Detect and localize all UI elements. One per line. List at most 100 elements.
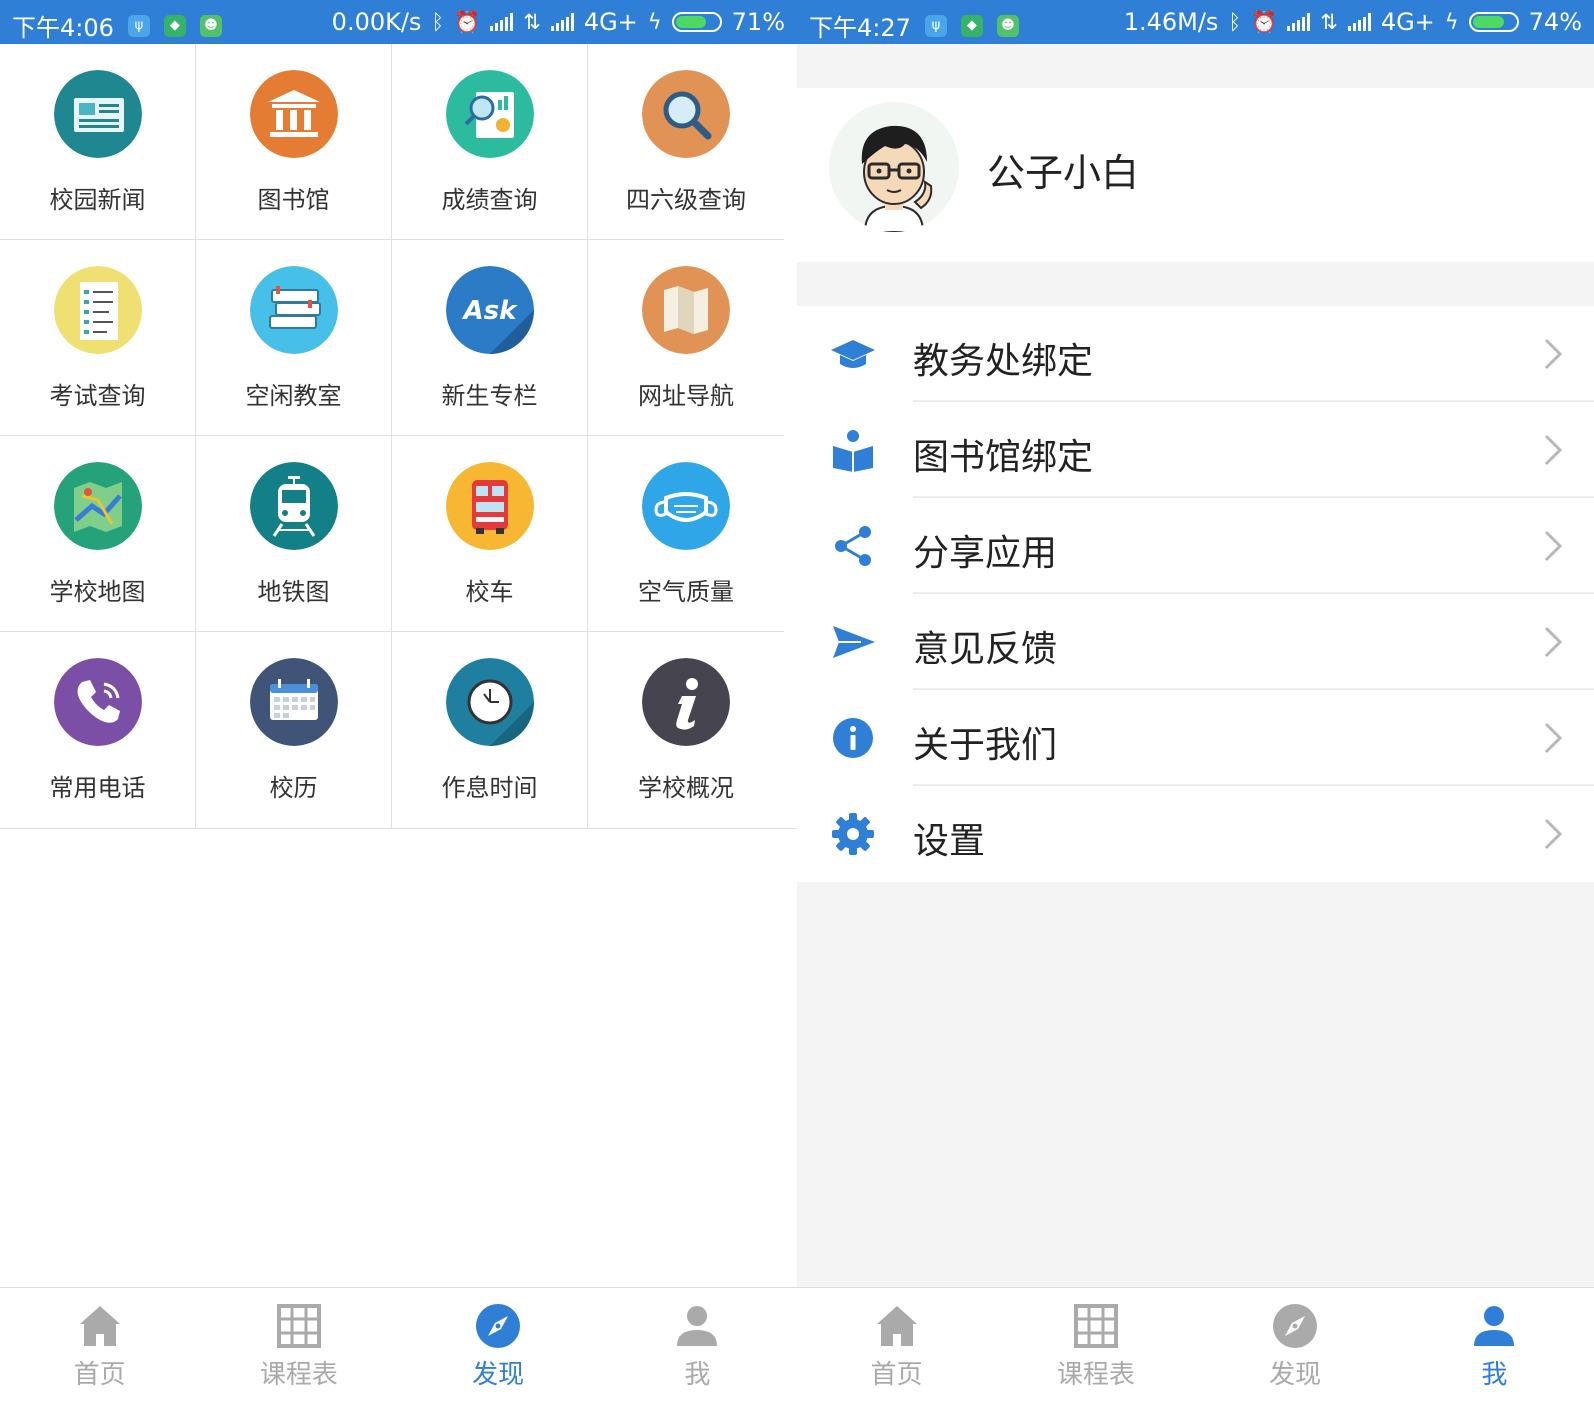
grid-item-label: 常用电话 (49, 774, 146, 802)
gear-icon (831, 812, 875, 856)
charging-icon: ϟ (647, 10, 662, 34)
discover-screen: 下午4:06 ψ ◆ ☻ 0.00K/s ᛒ ⏰ ⇅ 4G+ ϟ 71% 校园新… (0, 0, 797, 1417)
grid-item-air-quality[interactable]: 空气质量 (588, 436, 784, 632)
tab-label: 课程表 (1056, 1360, 1135, 1390)
grid-item-calendar[interactable]: 校历 (196, 632, 392, 828)
compass-icon (474, 1302, 522, 1350)
grid-item-label: 校园新闻 (49, 186, 146, 214)
tab-home[interactable]: 首页 (797, 1288, 996, 1417)
grid-item-cet-query[interactable]: 四六级查询 (588, 44, 784, 240)
grid-item-label: 校历 (269, 774, 318, 802)
grid-item-school-map[interactable]: 学校地图 (0, 436, 196, 632)
grid-item-school-overview[interactable]: 学校概况 (588, 632, 784, 828)
menu-item-label: 分享应用 (913, 533, 1058, 574)
tab-schedule[interactable]: 课程表 (996, 1288, 1195, 1417)
bottom-tab-bar: 首页 课程表 发现 我 (0, 1287, 797, 1417)
menu-item-feedback[interactable]: 意见反馈 (797, 594, 1594, 690)
menu-item-library-binding[interactable]: 图书馆绑定 (797, 402, 1594, 498)
tab-me[interactable]: 我 (598, 1288, 797, 1417)
battery-percent: 71% (731, 8, 785, 36)
phone-icon (54, 658, 142, 746)
newspaper-icon (54, 70, 142, 158)
share-icon (831, 524, 875, 568)
menu-item-share-app[interactable]: 分享应用 (797, 498, 1594, 594)
avatar[interactable] (829, 102, 959, 232)
grid-item-schedule-time[interactable]: 作息时间 (392, 632, 588, 828)
chevron-right-icon (1542, 624, 1564, 660)
android-icon: ☻ (199, 14, 222, 37)
alarm-icon: ⏰ (1251, 9, 1278, 34)
magnifier-icon (642, 70, 730, 158)
grid-item-url-nav[interactable]: 网址导航 (588, 240, 784, 436)
ask-icon: Ask (446, 266, 534, 354)
tab-schedule[interactable]: 课程表 (199, 1288, 398, 1417)
profile-card[interactable]: 公子小白 (797, 88, 1594, 262)
tab-me[interactable]: 我 (1395, 1288, 1594, 1417)
grid-item-label: 新生专栏 (441, 382, 538, 410)
grid-icon (275, 1302, 323, 1350)
menu-item-label: 意见反馈 (913, 629, 1058, 670)
books-icon (250, 266, 338, 354)
grid-item-label: 图书馆 (257, 186, 330, 214)
tab-home[interactable]: 首页 (0, 1288, 199, 1417)
metro-icon (250, 462, 338, 550)
chevron-right-icon (1542, 816, 1564, 852)
me-screen: 下午4:27 ψ ◆ ☻ 1.46M/s ᛒ ⏰ ⇅ 4G+ ϟ 74% 公子小… (797, 0, 1594, 1417)
tab-discover[interactable]: 发现 (399, 1288, 598, 1417)
shield-icon: ◆ (960, 14, 983, 37)
grid-item-library[interactable]: 图书馆 (196, 44, 392, 240)
tab-label: 我 (684, 1360, 711, 1390)
menu-item-label: 教务处绑定 (913, 341, 1094, 382)
bluetooth-icon: ᛒ (431, 10, 445, 34)
menu-item-about-us[interactable]: 关于我们 (797, 690, 1594, 786)
bottom-tab-bar: 首页 课程表 发现 我 (797, 1287, 1594, 1417)
menu-item-label: 设置 (913, 821, 986, 862)
grid-item-label: 学校地图 (49, 578, 146, 606)
grid-item-free-classroom[interactable]: 空闲教室 (196, 240, 392, 436)
grid-item-freshman-column[interactable]: Ask 新生专栏 (392, 240, 588, 436)
grade-report-icon (446, 70, 534, 158)
grid-item-school-bus[interactable]: 校车 (392, 436, 588, 632)
tab-label: 发现 (472, 1360, 525, 1390)
tab-discover[interactable]: 发现 (1196, 1288, 1395, 1417)
send-icon (831, 620, 875, 664)
bus-icon (446, 462, 534, 550)
network-type: 4G+ (1380, 8, 1435, 36)
menu-item-settings[interactable]: 设置 (797, 786, 1594, 882)
grid-item-campus-news[interactable]: 校园新闻 (0, 44, 196, 240)
android-icon: ☻ (996, 14, 1019, 37)
username: 公子小白 (987, 151, 1140, 195)
grid-item-grade-query[interactable]: 成绩查询 (392, 44, 588, 240)
tab-label: 首页 (73, 1360, 126, 1390)
grid-item-label: 空气质量 (638, 578, 734, 606)
grid-item-label: 成绩查询 (441, 186, 538, 214)
signal-icon (1287, 13, 1311, 31)
menu-item-label: 关于我们 (913, 725, 1058, 766)
grid-item-label: 网址导航 (638, 382, 734, 410)
grid-icon (1072, 1302, 1120, 1350)
grid-item-label: 校车 (465, 578, 514, 606)
reader-icon (831, 428, 875, 472)
grid-item-metro-map[interactable]: 地铁图 (196, 436, 392, 632)
info-icon (642, 658, 730, 746)
battery-icon (671, 12, 722, 32)
svg-text:Ask: Ask (462, 296, 519, 326)
folded-map-icon (642, 266, 730, 354)
chevron-right-icon (1542, 528, 1564, 564)
grid-item-label: 地铁图 (257, 578, 330, 606)
graduation-cap-icon (831, 332, 875, 376)
signal-icon (1347, 13, 1371, 31)
network-speed: 0.00K/s (331, 8, 422, 36)
person-icon (1470, 1302, 1518, 1350)
network-type: 4G+ (583, 8, 638, 36)
map-icon (54, 462, 142, 550)
tab-label: 我 (1481, 1360, 1508, 1390)
grid-item-exam-query[interactable]: 考试查询 (0, 240, 196, 436)
mask-icon (642, 462, 730, 550)
grid-item-label: 学校概况 (638, 774, 734, 802)
menu-item-academic-binding[interactable]: 教务处绑定 (797, 306, 1594, 402)
grid-item-label: 作息时间 (441, 774, 538, 802)
status-time: 下午4:06 (12, 14, 114, 42)
grid-item-phone-book[interactable]: 常用电话 (0, 632, 196, 828)
charging-icon: ϟ (1444, 10, 1459, 34)
